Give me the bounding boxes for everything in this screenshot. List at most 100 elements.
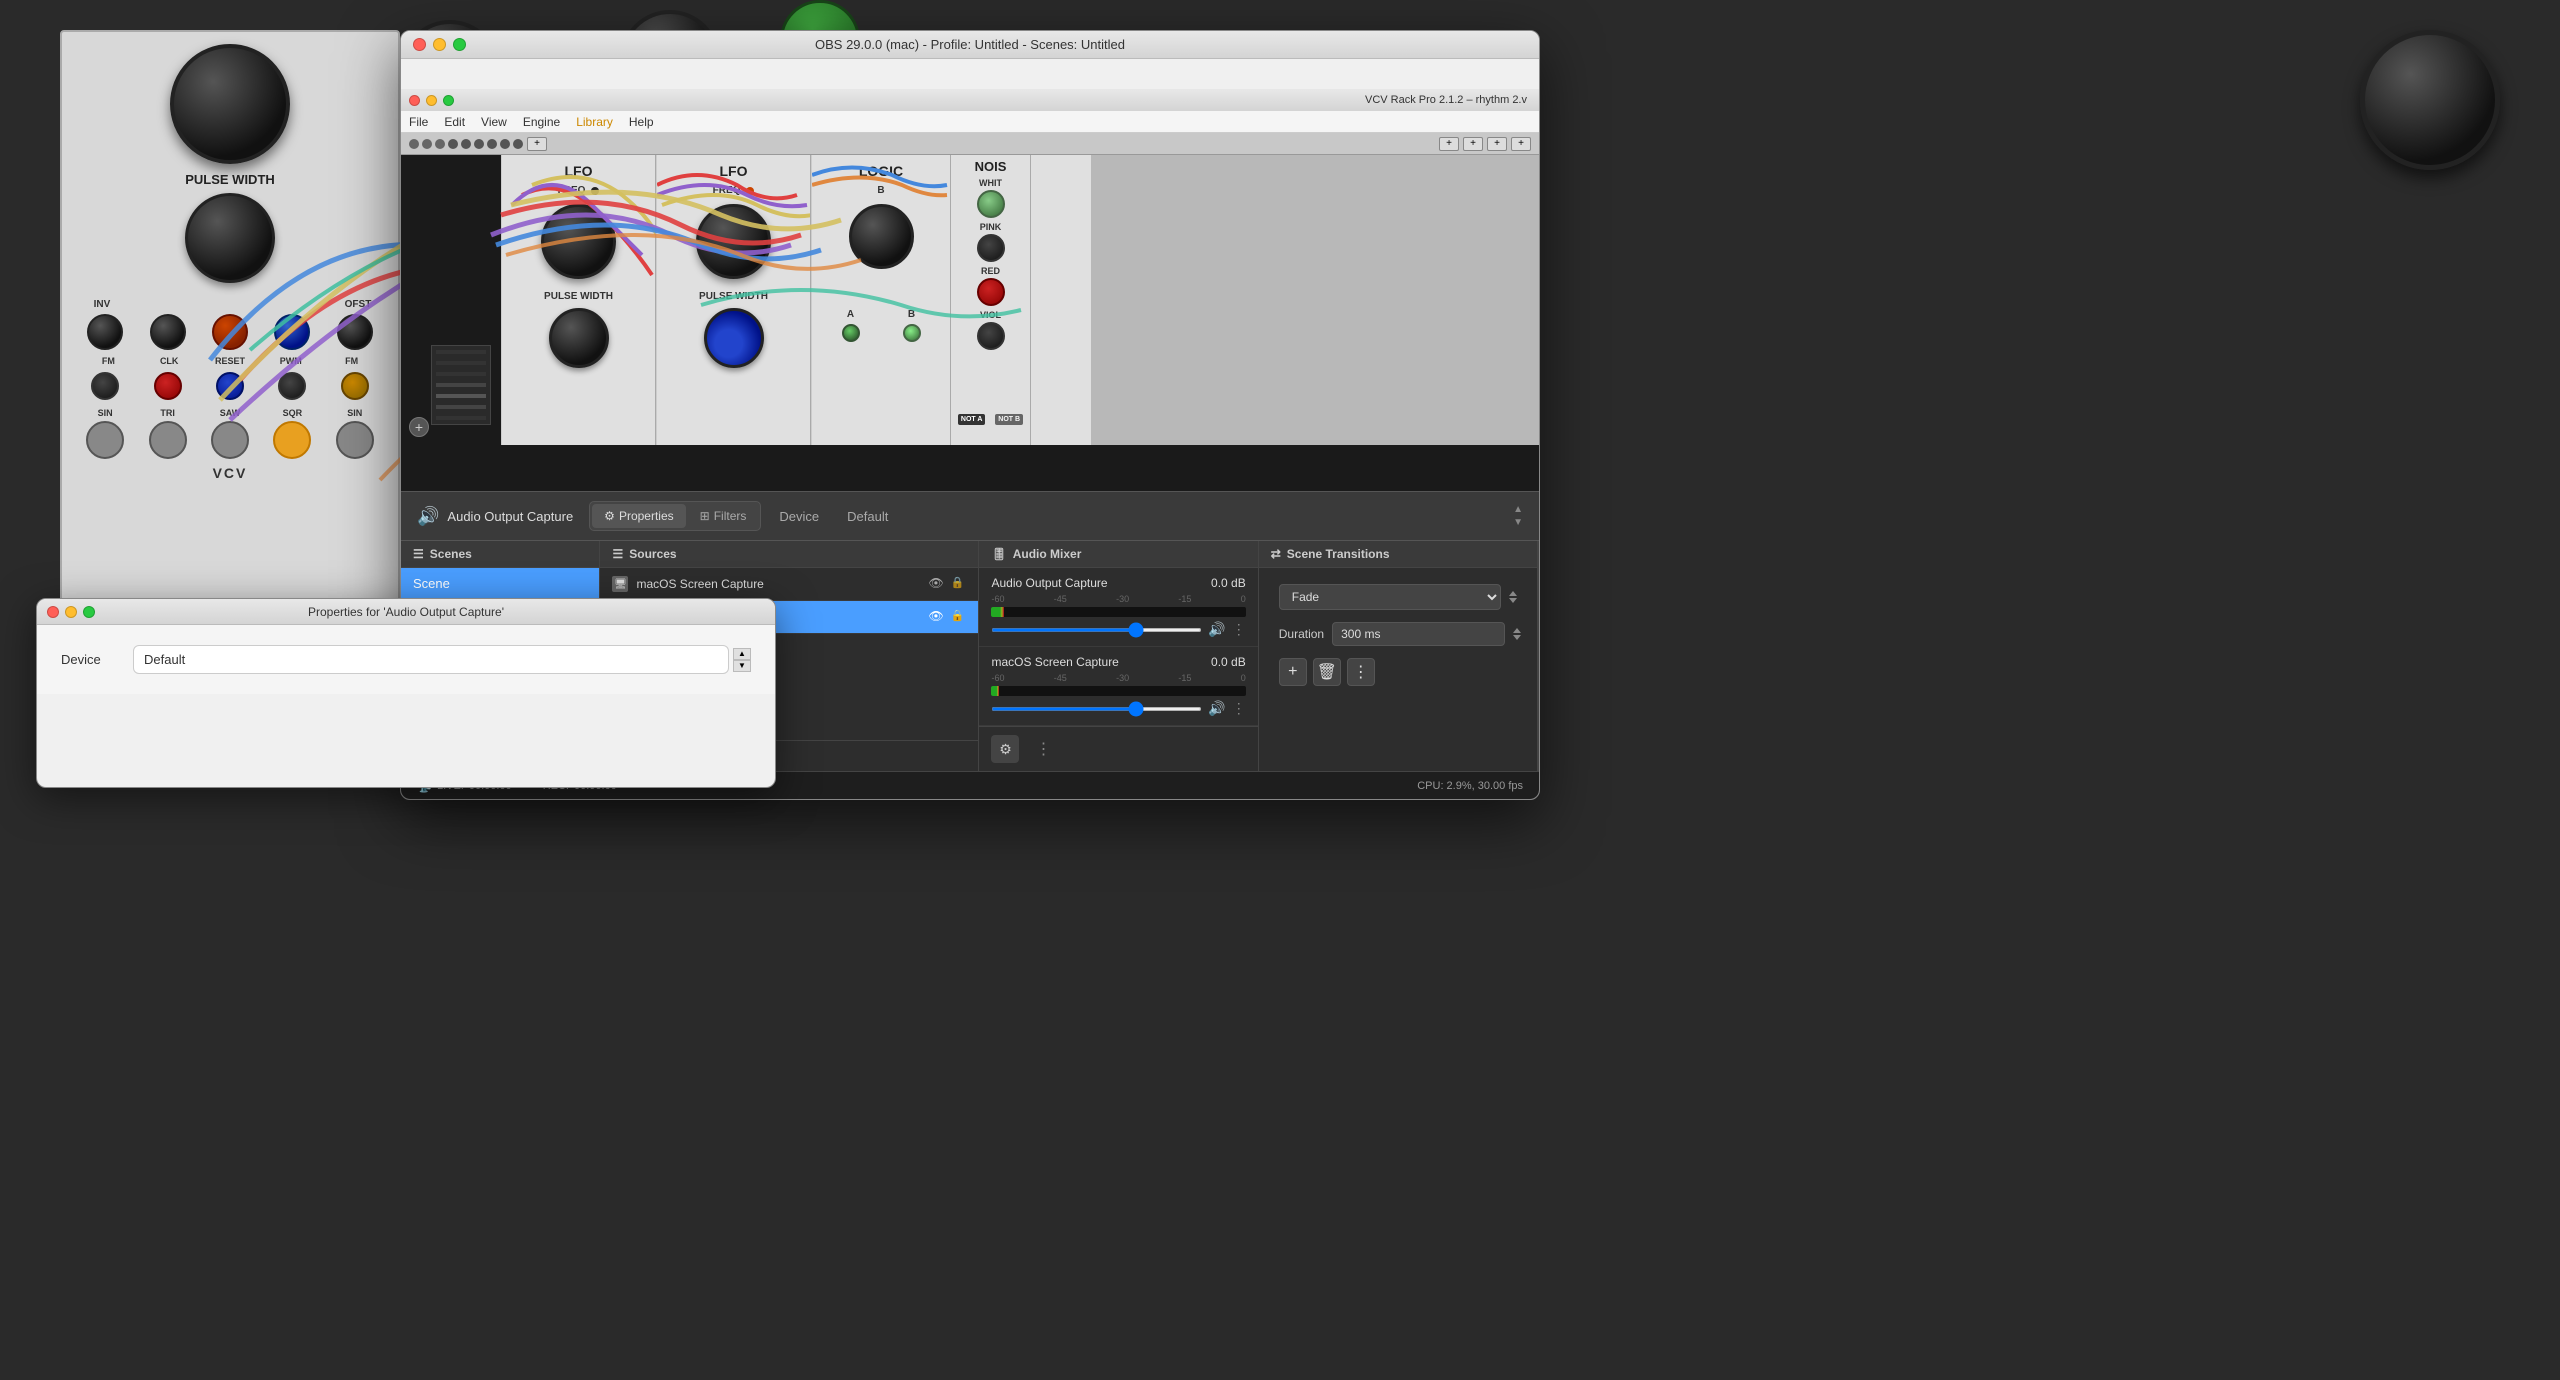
mixer-screen-mute[interactable]: 🔊 — [1208, 700, 1225, 717]
tb-dot-4 — [448, 139, 458, 149]
cpu-status: CPU: 2.9%, 30.00 fps — [1417, 780, 1523, 792]
mixer-audio-fader[interactable] — [991, 628, 1202, 632]
wave-sin-2[interactable] — [336, 421, 374, 459]
mixer-audio-more[interactable]: ⋮ — [1232, 621, 1246, 638]
transition-duration-row: Duration 300 ms — [1267, 618, 1529, 654]
lock-icon-audio[interactable]: 🔒 — [950, 609, 966, 625]
vcv-max-btn[interactable] — [443, 95, 454, 106]
right-main-knob[interactable] — [2360, 30, 2500, 170]
wave-sqr[interactable] — [273, 421, 311, 459]
device-stepper-down[interactable]: ▼ — [733, 660, 751, 672]
default-tab[interactable]: Default — [837, 504, 898, 529]
knob-pwm[interactable] — [274, 314, 310, 350]
wave-tri[interactable] — [149, 421, 187, 459]
device-select[interactable]: Default — [133, 645, 729, 674]
duration-up[interactable] — [1513, 628, 1521, 633]
knob-small-2[interactable] — [150, 314, 186, 350]
mixer-gear-btn[interactable]: ⚙ — [991, 735, 1019, 763]
logic-port-b[interactable] — [903, 324, 921, 342]
sin-label-1: SIN — [86, 408, 124, 418]
nois-pink-knob[interactable] — [977, 234, 1005, 262]
menu-library[interactable]: Library — [576, 115, 613, 129]
device-select-container: Default ▲ ▼ — [133, 645, 751, 674]
logic-knob[interactable] — [849, 204, 914, 269]
properties-tab[interactable]: ⚙ Properties — [592, 504, 685, 528]
mixer-header: 🎚 Audio Mixer — [979, 541, 1257, 568]
device-stepper-up[interactable]: ▲ — [733, 648, 751, 660]
port-fm[interactable] — [91, 372, 119, 400]
duration-down[interactable] — [1513, 635, 1521, 640]
rack-add-btn[interactable]: + — [409, 417, 429, 437]
nois-viol-knob[interactable] — [977, 322, 1005, 350]
mixer-audio-level — [991, 607, 1004, 617]
vcv-min-btn[interactable] — [426, 95, 437, 106]
eye-icon-screen[interactable]: 👁 — [928, 576, 944, 592]
props-window-title: Properties for 'Audio Output Capture' — [308, 605, 504, 619]
lfo1-freq-knob[interactable] — [541, 204, 616, 279]
controls-content: Start Streaming Start Recording art Virt… — [1538, 568, 1539, 771]
tri-label: TRI — [149, 408, 187, 418]
wave-sin-1[interactable] — [86, 421, 124, 459]
source-item-screen[interactable]: 🖥 macOS Screen Capture 👁 🔒 — [600, 568, 978, 601]
eye-icon-audio[interactable]: 👁 — [928, 609, 944, 625]
mixer-screen-more[interactable]: ⋮ — [1232, 700, 1246, 717]
vcv-close-btn[interactable] — [409, 95, 420, 106]
device-tab[interactable]: Device — [769, 504, 829, 529]
pulse-width-knob[interactable] — [185, 193, 275, 283]
titlebar-buttons — [413, 38, 466, 51]
lfo1-pw-knob[interactable] — [549, 308, 609, 368]
lfo2-freq-label: FREQ — [713, 185, 741, 196]
reset-label: RESET — [212, 356, 248, 366]
mixer-audio-mute[interactable]: 🔊 — [1208, 621, 1225, 638]
nois-red-knob[interactable] — [977, 278, 1005, 306]
add-module-btn-3[interactable]: + — [1463, 137, 1483, 151]
remove-transition-btn[interactable]: 🗑 — [1313, 658, 1341, 686]
menu-engine[interactable]: Engine — [523, 115, 560, 129]
scene-item-scene[interactable]: Scene — [401, 568, 599, 600]
obs-window-title: OBS 29.0.0 (mac) - Profile: Untitled - S… — [815, 37, 1125, 52]
duration-input[interactable]: 300 ms — [1332, 622, 1505, 646]
mixer-more-btn[interactable]: ⋮ — [1027, 735, 1059, 763]
expand-btn[interactable]: ▲ ▼ — [1513, 504, 1523, 528]
transition-more-btn[interactable]: ⋮ — [1347, 658, 1375, 686]
props-close-btn[interactable] — [47, 606, 59, 618]
transition-type-select[interactable]: Fade Cut Slide — [1279, 584, 1501, 610]
lfo2-pw-knob[interactable] — [704, 308, 764, 368]
add-module-btn-4[interactable]: + — [1487, 137, 1507, 151]
close-button[interactable] — [413, 38, 426, 51]
port-pwm[interactable] — [278, 372, 306, 400]
knob-fm-2[interactable] — [337, 314, 373, 350]
menu-file[interactable]: File — [409, 115, 428, 129]
menu-view[interactable]: View — [481, 115, 507, 129]
add-module-btn-5[interactable]: + — [1511, 137, 1531, 151]
logic-port-a[interactable] — [842, 324, 860, 342]
knob-reset[interactable] — [212, 314, 248, 350]
maximize-button[interactable] — [453, 38, 466, 51]
add-transition-btn[interactable]: + — [1279, 658, 1307, 686]
lfo-module-2: LFO FREQ PULSE WIDTH — [656, 155, 811, 445]
port-clk[interactable] — [154, 372, 182, 400]
lfo2-freq-knob[interactable] — [696, 204, 771, 279]
minimize-button[interactable] — [433, 38, 446, 51]
nois-title: NOIS — [955, 159, 1026, 174]
lock-icon-screen[interactable]: 🔒 — [950, 576, 966, 592]
mixer-screen-fader[interactable] — [991, 707, 1202, 711]
transition-select-up[interactable] — [1509, 591, 1517, 596]
knob-inv[interactable] — [87, 314, 123, 350]
menu-help[interactable]: Help — [629, 115, 654, 129]
add-module-btn-2[interactable]: + — [1439, 137, 1459, 151]
nois-whit-knob[interactable] — [977, 190, 1005, 218]
add-module-btn-1[interactable]: + — [527, 137, 547, 151]
port-reset[interactable] — [216, 372, 244, 400]
duration-label: Duration — [1279, 627, 1324, 641]
port-fm-2[interactable] — [341, 372, 369, 400]
logic-cables — [812, 155, 950, 445]
props-max-btn[interactable] — [83, 606, 95, 618]
props-min-btn[interactable] — [65, 606, 77, 618]
filters-tab[interactable]: ⊞ Filters — [688, 504, 759, 528]
transition-select-down[interactable] — [1509, 598, 1517, 603]
mixer-list: Audio Output Capture 0.0 dB -60-45-30-15… — [979, 568, 1257, 726]
wave-saw[interactable] — [211, 421, 249, 459]
main-knob-1[interactable] — [170, 44, 290, 164]
menu-edit[interactable]: Edit — [444, 115, 465, 129]
